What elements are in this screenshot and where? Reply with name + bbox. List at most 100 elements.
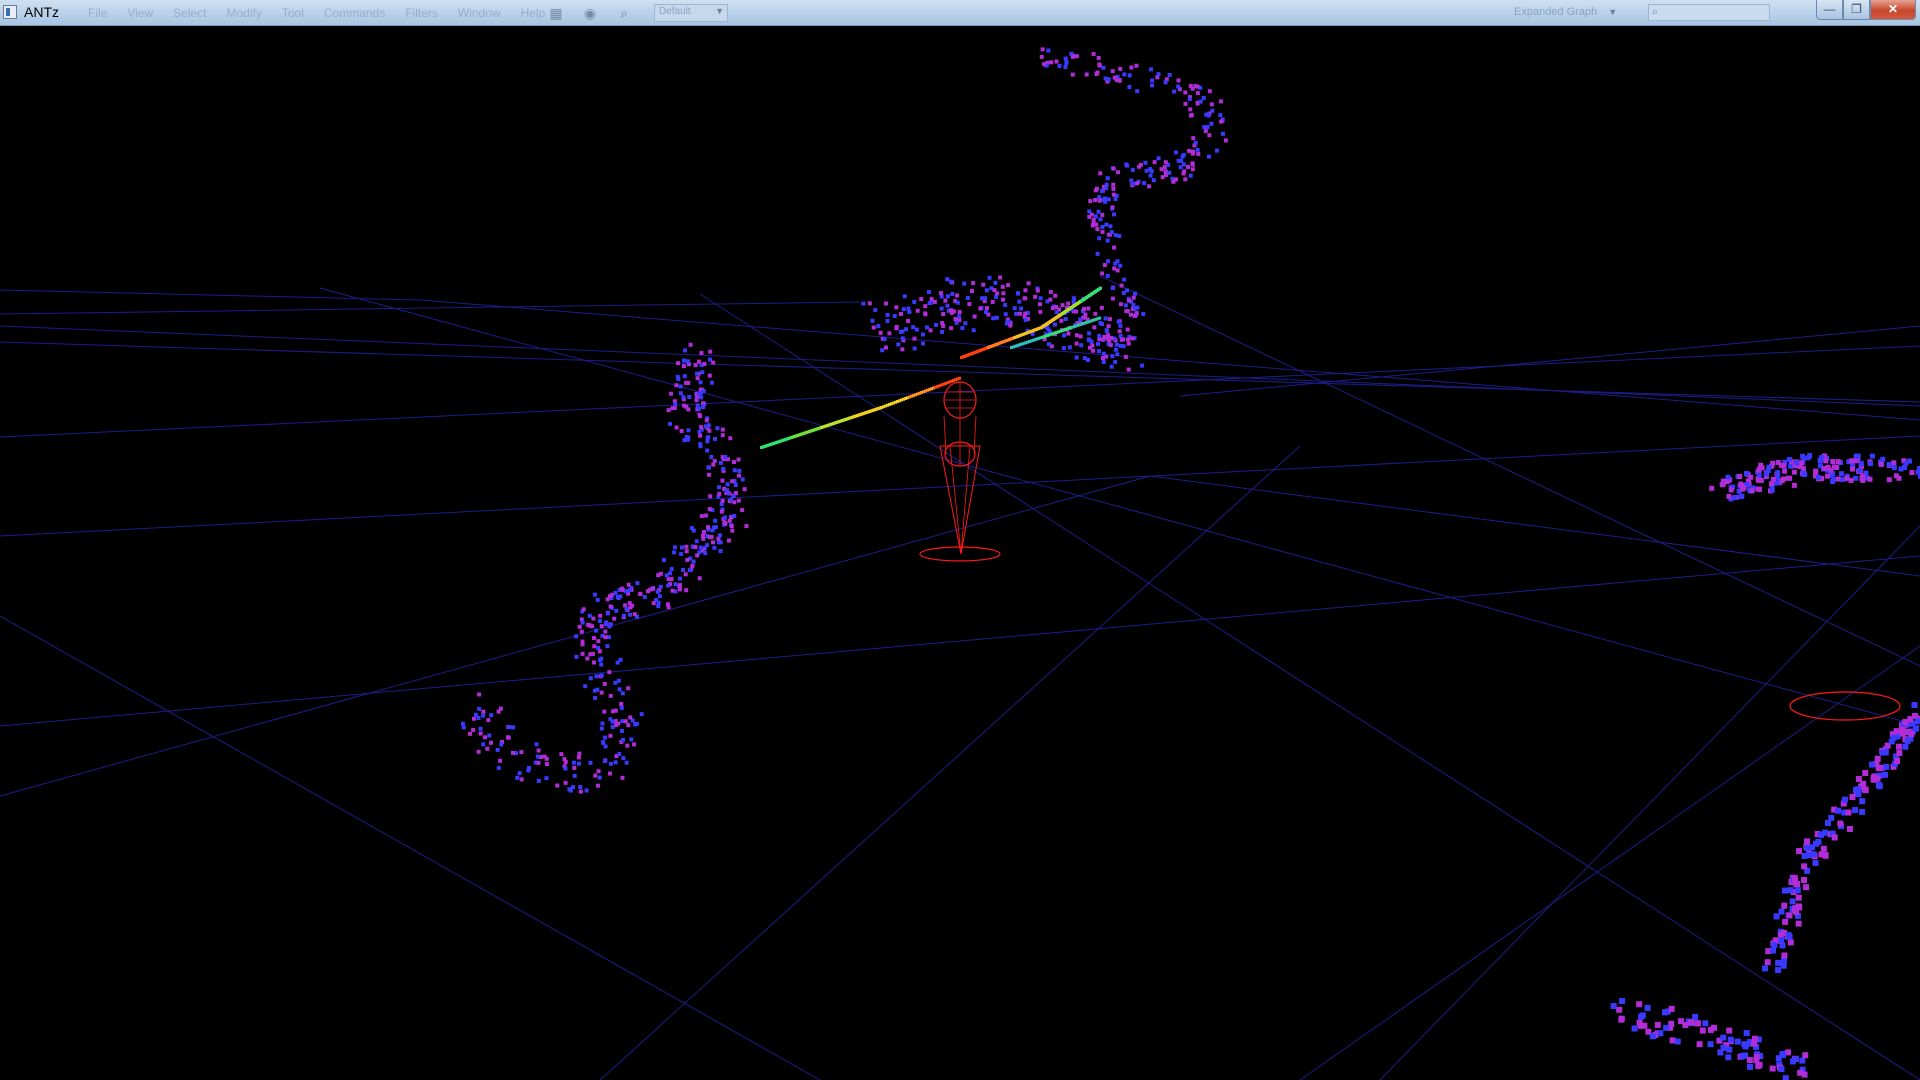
- data-point: [669, 566, 674, 571]
- grid-icon[interactable]: ▦: [548, 5, 564, 21]
- data-point: [896, 342, 901, 347]
- menu-tool[interactable]: Tool: [272, 6, 314, 20]
- data-point: [990, 299, 995, 304]
- data-point: [670, 588, 675, 593]
- maximize-button[interactable]: ❐: [1843, 0, 1870, 20]
- view-select[interactable]: Default ▼: [654, 4, 728, 22]
- data-point: [1191, 149, 1196, 154]
- data-point: [1026, 281, 1031, 286]
- data-point: [699, 514, 704, 519]
- selection-pointer[interactable]: [919, 381, 1001, 562]
- secondary-pointer-ring[interactable]: [1789, 691, 1901, 721]
- data-point: [1904, 737, 1911, 744]
- data-point: [580, 642, 585, 647]
- data-point: [1756, 1061, 1763, 1068]
- menu-modify[interactable]: Modify: [217, 6, 272, 20]
- data-point: [1824, 820, 1831, 827]
- data-point: [693, 363, 698, 368]
- grid-line: [1179, 325, 1920, 397]
- data-point: [598, 613, 603, 618]
- menu-window[interactable]: Window: [448, 6, 511, 20]
- data-point: [965, 296, 970, 301]
- data-point: [1781, 887, 1788, 894]
- data-point: [511, 750, 516, 755]
- data-point: [1220, 131, 1225, 136]
- search-input[interactable]: [1665, 5, 1765, 20]
- data-point: [572, 773, 577, 778]
- data-point: [1113, 360, 1118, 365]
- data-point: [993, 280, 998, 285]
- data-point: [1739, 493, 1745, 499]
- data-point: [627, 601, 632, 606]
- pointer-stem: [943, 415, 947, 455]
- data-point: [1176, 84, 1181, 89]
- app-icon[interactable]: [3, 5, 17, 19]
- menu-select[interactable]: Select: [163, 6, 216, 20]
- data-point: [595, 783, 600, 788]
- data-point: [1763, 471, 1769, 477]
- menu-commands[interactable]: Commands: [314, 6, 395, 20]
- data-point: [585, 656, 590, 661]
- data-point: [677, 583, 682, 588]
- search-box[interactable]: ⌕: [1648, 4, 1770, 21]
- data-point: [1823, 458, 1829, 464]
- data-point: [1052, 322, 1057, 327]
- data-point: [728, 436, 733, 441]
- data-point: [723, 521, 728, 526]
- data-point: [1709, 485, 1715, 491]
- zoom-icon[interactable]: ⌕: [616, 5, 632, 21]
- data-point: [870, 318, 875, 323]
- close-button[interactable]: ✕: [1870, 0, 1916, 20]
- data-point: [544, 776, 549, 781]
- 3d-viewport[interactable]: [0, 26, 1920, 1080]
- data-point: [1144, 168, 1149, 173]
- data-point: [1023, 296, 1028, 301]
- menu-view[interactable]: View: [117, 6, 163, 20]
- data-point: [1860, 477, 1866, 483]
- data-point: [1126, 367, 1131, 372]
- data-point: [621, 756, 626, 761]
- data-point: [1133, 306, 1138, 311]
- title-bar[interactable]: ANTz File View Select Modify Tool Comman…: [0, 0, 1920, 26]
- data-point: [1893, 473, 1899, 479]
- data-point: [601, 740, 606, 745]
- data-point: [1064, 61, 1069, 66]
- data-point: [1860, 473, 1866, 479]
- minimize-button[interactable]: —: [1816, 0, 1843, 20]
- data-point: [579, 629, 584, 634]
- data-point: [655, 589, 660, 594]
- data-point: [590, 624, 595, 629]
- scene-canvas[interactable]: [0, 26, 1920, 1080]
- data-point: [608, 693, 613, 698]
- menu-file[interactable]: File: [78, 6, 117, 20]
- camera-icon[interactable]: ◉: [582, 5, 598, 21]
- data-point: [578, 784, 583, 789]
- data-point: [1109, 364, 1114, 369]
- data-point: [669, 391, 674, 396]
- data-point: [1789, 1058, 1796, 1065]
- data-point: [1203, 129, 1208, 134]
- data-point: [611, 709, 616, 714]
- data-point: [1095, 227, 1100, 232]
- mode-select[interactable]: Expanded Graph ▼: [1514, 6, 1617, 18]
- data-point: [1794, 460, 1800, 466]
- data-point: [1040, 47, 1045, 52]
- data-point: [1886, 462, 1892, 468]
- data-point: [701, 536, 706, 541]
- data-point: [1867, 461, 1873, 467]
- data-point: [683, 572, 688, 577]
- data-point: [867, 301, 872, 306]
- data-point: [1113, 261, 1118, 266]
- data-point: [1720, 1034, 1727, 1041]
- data-point: [708, 494, 713, 499]
- data-point: [632, 612, 637, 617]
- data-point: [707, 507, 712, 512]
- data-point: [1061, 346, 1066, 351]
- data-point: [1078, 317, 1083, 322]
- data-point: [588, 652, 593, 657]
- data-point: [1838, 471, 1844, 477]
- data-point: [730, 479, 735, 484]
- data-point: [969, 289, 974, 294]
- menu-filters[interactable]: Filters: [395, 6, 448, 20]
- data-point: [1805, 455, 1811, 461]
